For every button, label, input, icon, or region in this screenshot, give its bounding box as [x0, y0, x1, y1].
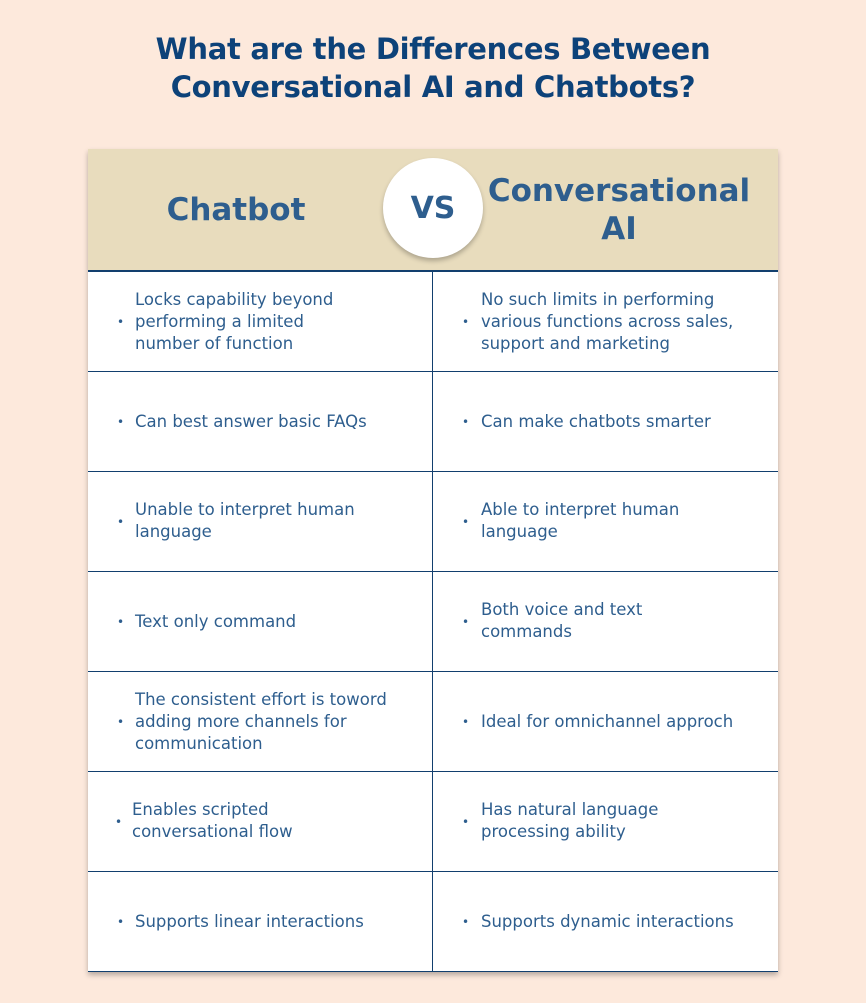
chatbot-cell: • Locks capability beyond performing a l… — [88, 272, 433, 371]
bullet-icon: • — [117, 614, 125, 629]
comparison-table: Chatbot VS Conversational AI • Locks cap… — [88, 149, 778, 972]
bullet-icon: • — [115, 814, 123, 829]
conversational-ai-cell: • Both voice and text commands — [433, 572, 778, 671]
bullet-icon: • — [117, 914, 125, 929]
conversational-ai-cell: • Has natural language processing abilit… — [433, 772, 778, 871]
cell-text: Both voice and text commands — [481, 599, 643, 641]
bullet-icon: • — [462, 414, 470, 429]
cell-text: The consistent effort is toword adding m… — [135, 689, 387, 753]
header-chatbot: Chatbot — [166, 191, 306, 228]
cell-text: Ideal for omnichannel approch — [481, 711, 734, 731]
cell-text: Can best answer basic FAQs — [135, 411, 367, 431]
header-conversational-ai-line-1: Conversational — [487, 172, 751, 209]
table-row: • Text only command • Both voice and tex… — [88, 572, 778, 672]
bullet-icon: • — [462, 314, 470, 329]
table-header: Chatbot VS Conversational AI — [88, 149, 778, 272]
conversational-ai-cell: • No such limits in performing various f… — [433, 272, 778, 371]
chatbot-cell: • Supports linear interactions — [88, 872, 433, 971]
cell-text: Can make chatbots smarter — [481, 411, 711, 431]
chatbot-cell: • The consistent effort is toword adding… — [88, 672, 433, 771]
cell-text: No such limits in performing various fun… — [481, 289, 734, 353]
conversational-ai-cell: • Can make chatbots smarter — [433, 372, 778, 471]
conversational-ai-cell: • Supports dynamic interactions — [433, 872, 778, 971]
chatbot-cell: • Enables scripted conversational flow — [88, 772, 433, 871]
chatbot-cell: • Unable to interpret human language — [88, 472, 433, 571]
bullet-icon: • — [462, 914, 470, 929]
cell-text: Supports dynamic interactions — [481, 911, 734, 931]
page-title: What are the Differences Between Convers… — [0, 30, 866, 106]
bullet-icon: • — [462, 814, 470, 829]
bullet-icon: • — [462, 614, 470, 629]
cell-text: Unable to interpret human language — [135, 499, 355, 541]
cell-text: Supports linear interactions — [135, 911, 364, 931]
bullet-icon: • — [117, 714, 125, 729]
bullet-icon: • — [117, 514, 125, 529]
bullet-icon: • — [117, 314, 125, 329]
table-body: • Locks capability beyond performing a l… — [88, 272, 778, 972]
vs-badge: VS — [383, 158, 483, 258]
title-line-1: What are the Differences Between — [155, 32, 711, 66]
table-row: • Can best answer basic FAQs • Can make … — [88, 372, 778, 472]
cell-text: Text only command — [135, 611, 297, 631]
conversational-ai-cell: • Able to interpret human language — [433, 472, 778, 571]
bullet-icon: • — [462, 714, 470, 729]
chatbot-cell: • Text only command — [88, 572, 433, 671]
chatbot-cell: • Can best answer basic FAQs — [88, 372, 433, 471]
table-row: • Unable to interpret human language • A… — [88, 472, 778, 572]
table-row: • Enables scripted conversational flow •… — [88, 772, 778, 872]
bullet-icon: • — [462, 514, 470, 529]
header-conversational-ai: Conversational AI — [482, 149, 756, 270]
table-row: • Supports linear interactions • Support… — [88, 872, 778, 972]
cell-text: Enables scripted conversational flow — [132, 799, 293, 841]
header-conversational-ai-line-2: AI — [601, 210, 637, 247]
table-row: • The consistent effort is toword adding… — [88, 672, 778, 772]
cell-text: Able to interpret human language — [481, 499, 680, 541]
cell-text: Has natural language processing ability — [481, 799, 659, 841]
bullet-icon: • — [117, 414, 125, 429]
table-row: • Locks capability beyond performing a l… — [88, 272, 778, 372]
conversational-ai-cell: • Ideal for omnichannel approch — [433, 672, 778, 771]
cell-text: Locks capability beyond performing a lim… — [135, 289, 334, 353]
title-line-2: Conversational AI and Chatbots? — [170, 70, 696, 104]
